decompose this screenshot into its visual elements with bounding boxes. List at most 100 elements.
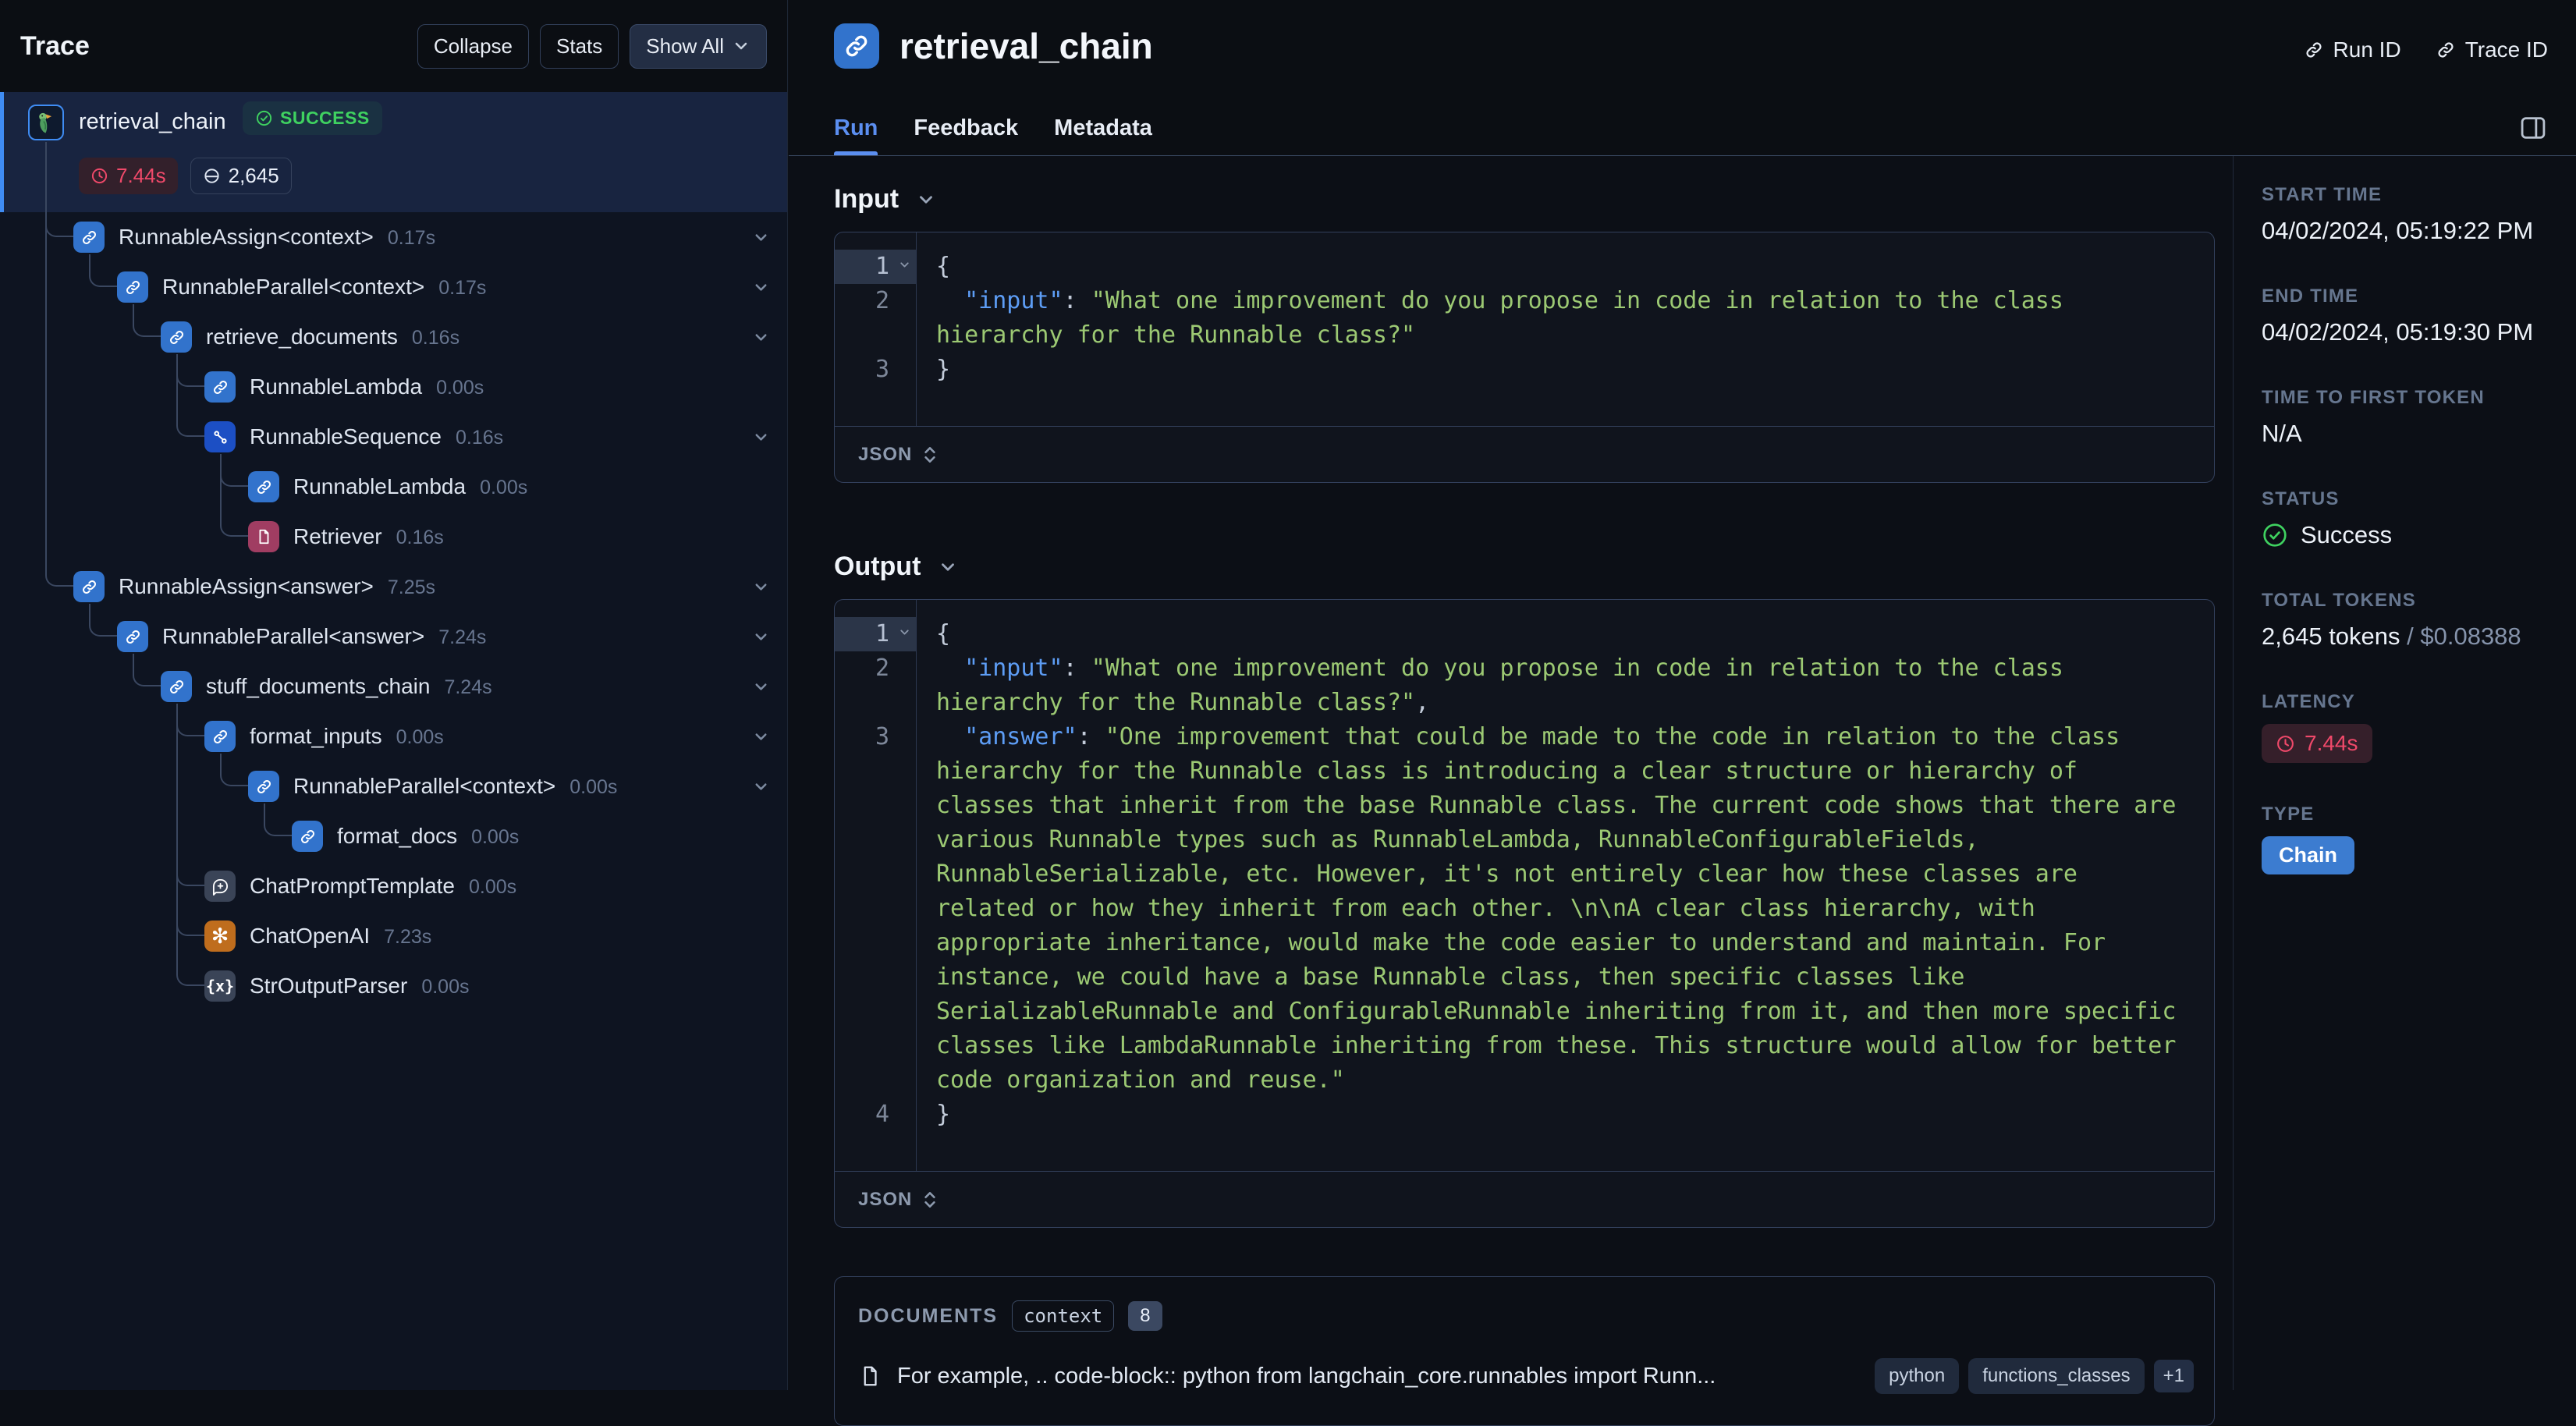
chevron-down-icon[interactable] (752, 229, 770, 247)
output-section-toggle[interactable]: Output (834, 552, 2214, 582)
tree-row[interactable]: RunnableParallel<context> 0.00s (0, 761, 787, 811)
trace-sidebar: Trace Collapse Stats Show All retrieval_… (0, 0, 788, 1390)
node-name: ChatOpenAI 7.23s (250, 924, 432, 948)
tree-row-root[interactable]: retrieval_chain SUCCESS 7.44s 2,645 (0, 92, 787, 212)
document-icon (864, 1366, 877, 1386)
latency-badge: 7.44s (79, 158, 178, 194)
tree-row[interactable]: ChatPromptTemplate 0.00s (0, 861, 787, 911)
chevron-down-icon[interactable] (752, 728, 770, 746)
run-id-button[interactable]: Run ID (2304, 37, 2401, 62)
tree-rows: RunnableAssign<context> 0.17s RunnablePar… (0, 142, 787, 1390)
tree-row[interactable]: RunnableAssign<context> 0.17s (0, 212, 787, 262)
doc-tag-more[interactable]: +1 (2153, 1360, 2194, 1392)
collapse-button[interactable]: Collapse (417, 23, 530, 69)
chevron-down-icon[interactable] (752, 328, 770, 346)
node-duration: 0.00s (469, 876, 517, 898)
sort-updown-icon (924, 1191, 936, 1208)
meta-field: LATENCY 7.44s (2262, 691, 2576, 763)
output-section: Output 1 { 2 "input": "What one improvem… (834, 552, 2215, 1228)
trace-sidebar-header: Trace Collapse Stats Show All (0, 0, 787, 92)
tab-metadata[interactable]: Metadata (1054, 115, 1152, 155)
output-format-select[interactable]: JSON (835, 1171, 2214, 1227)
meta-field: STATUS Success (2262, 488, 2576, 549)
input-format-select[interactable]: JSON (835, 426, 2214, 482)
panel-toggle-button[interactable] (2518, 115, 2548, 141)
tab-run[interactable]: Run (834, 115, 878, 155)
input-section-toggle[interactable]: Input (834, 184, 2214, 215)
input-section: Input 1 { 2 "input": "What one improveme… (834, 184, 2215, 483)
code-line: 3 "answer": "One improvement that could … (835, 720, 2214, 1098)
fold-chevron-icon (898, 626, 911, 639)
input-code-block: 1 { 2 "input": "What one improvement do … (834, 232, 2215, 483)
show-all-dropdown[interactable]: Show All (630, 23, 767, 69)
tab-feedback[interactable]: Feedback (914, 115, 1018, 155)
chevron-down-icon[interactable] (752, 278, 770, 296)
documents-section: DOCUMENTS context 8 For example, .. code… (834, 1276, 2215, 1426)
node-duration: 0.00s (569, 776, 618, 798)
documents-label: DOCUMENTS (858, 1304, 999, 1327)
chain-icon (73, 571, 105, 602)
code-line: 3 } (835, 353, 2214, 387)
check-circle-icon (256, 110, 272, 126)
run-detail-panel: retrieval_chain Run Feedback Metadata Inpu… (789, 0, 2233, 1426)
meta-label: START TIME (2262, 184, 2383, 205)
run-header: retrieval_chain Run Feedback Metadata (789, 0, 2233, 156)
tree-row[interactable]: format_docs 0.00s (0, 811, 787, 861)
chain-icon (248, 771, 279, 802)
node-name: retrieve_documents 0.16s (206, 325, 460, 349)
tree-row[interactable]: RunnableParallel<context> 0.17s (0, 262, 787, 312)
chevron-down-icon[interactable] (752, 628, 770, 646)
format-label: JSON (858, 1188, 913, 1210)
node-duration: 7.25s (387, 576, 436, 598)
node-name: RunnableParallel<context> 0.17s (162, 275, 487, 299)
node-name: StrOutputParser 0.00s (250, 974, 470, 998)
tree-row[interactable]: {x} StrOutputParser 0.00s (0, 961, 787, 1011)
document-row[interactable]: For example, .. code-block:: python from… (858, 1358, 2194, 1394)
chain-icon (204, 721, 236, 752)
root-run-name: retrieval_chain (79, 109, 226, 134)
node-name: RunnableParallel<context> 0.00s (293, 774, 618, 798)
meta-label: END TIME (2262, 286, 2359, 307)
line-number[interactable]: 1 (835, 250, 916, 284)
node-duration: 0.17s (387, 227, 436, 249)
stats-button[interactable]: Stats (540, 23, 619, 69)
chain-icon (117, 621, 148, 652)
chain-icon (292, 821, 323, 852)
line-number[interactable]: 1 (835, 617, 916, 651)
openai-icon: ✻ (204, 921, 236, 952)
chevron-down-icon[interactable] (752, 778, 770, 796)
chevron-down-icon[interactable] (752, 678, 770, 696)
run-content: Input 1 { 2 "input": "What one improveme… (789, 156, 2233, 1426)
tree-row[interactable]: RunnableParallel<answer> 7.24s (0, 612, 787, 662)
sequence-icon (204, 421, 236, 452)
node-duration: 0.16s (411, 327, 460, 349)
parser-icon: {x} (204, 970, 236, 1002)
node-name: RunnableLambda 0.00s (250, 374, 484, 399)
tree-row[interactable]: RunnableSequence 0.16s (0, 412, 787, 462)
node-name: format_inputs 0.00s (250, 724, 444, 748)
chain-icon (204, 371, 236, 403)
chevron-down-icon[interactable] (752, 428, 770, 446)
trace-id-button[interactable]: Trace ID (2436, 37, 2548, 62)
tree-row[interactable]: RunnableAssign<answer> 7.25s (0, 562, 787, 612)
node-duration: 0.00s (436, 377, 484, 399)
chain-icon (161, 671, 192, 702)
retriever-icon (248, 521, 279, 552)
code-line: 1 { (835, 617, 2214, 651)
tree-row[interactable]: RunnableLambda 0.00s (0, 462, 787, 512)
tree-row[interactable]: RunnableLambda 0.00s (0, 362, 787, 412)
line-number: 2 (875, 287, 889, 314)
tree-row[interactable]: stuff_documents_chain 7.24s (0, 662, 787, 711)
chevron-down-icon (916, 190, 936, 210)
token-coin-icon (204, 168, 219, 183)
tree-row[interactable]: format_inputs 0.00s (0, 711, 787, 761)
node-name: RunnableParallel<answer> 7.24s (162, 624, 487, 648)
tree-row[interactable]: Retriever 0.16s (0, 512, 787, 562)
node-duration: 0.16s (455, 427, 504, 449)
chevron-down-icon[interactable] (752, 578, 770, 596)
sort-updown-icon (924, 446, 936, 463)
tab-bar: Run Feedback Metadata (834, 115, 1152, 155)
tree-row[interactable]: ✻ ChatOpenAI 7.23s (0, 911, 787, 961)
tree-row[interactable]: retrieve_documents 0.16s (0, 312, 787, 362)
output-heading: Output (834, 552, 921, 581)
